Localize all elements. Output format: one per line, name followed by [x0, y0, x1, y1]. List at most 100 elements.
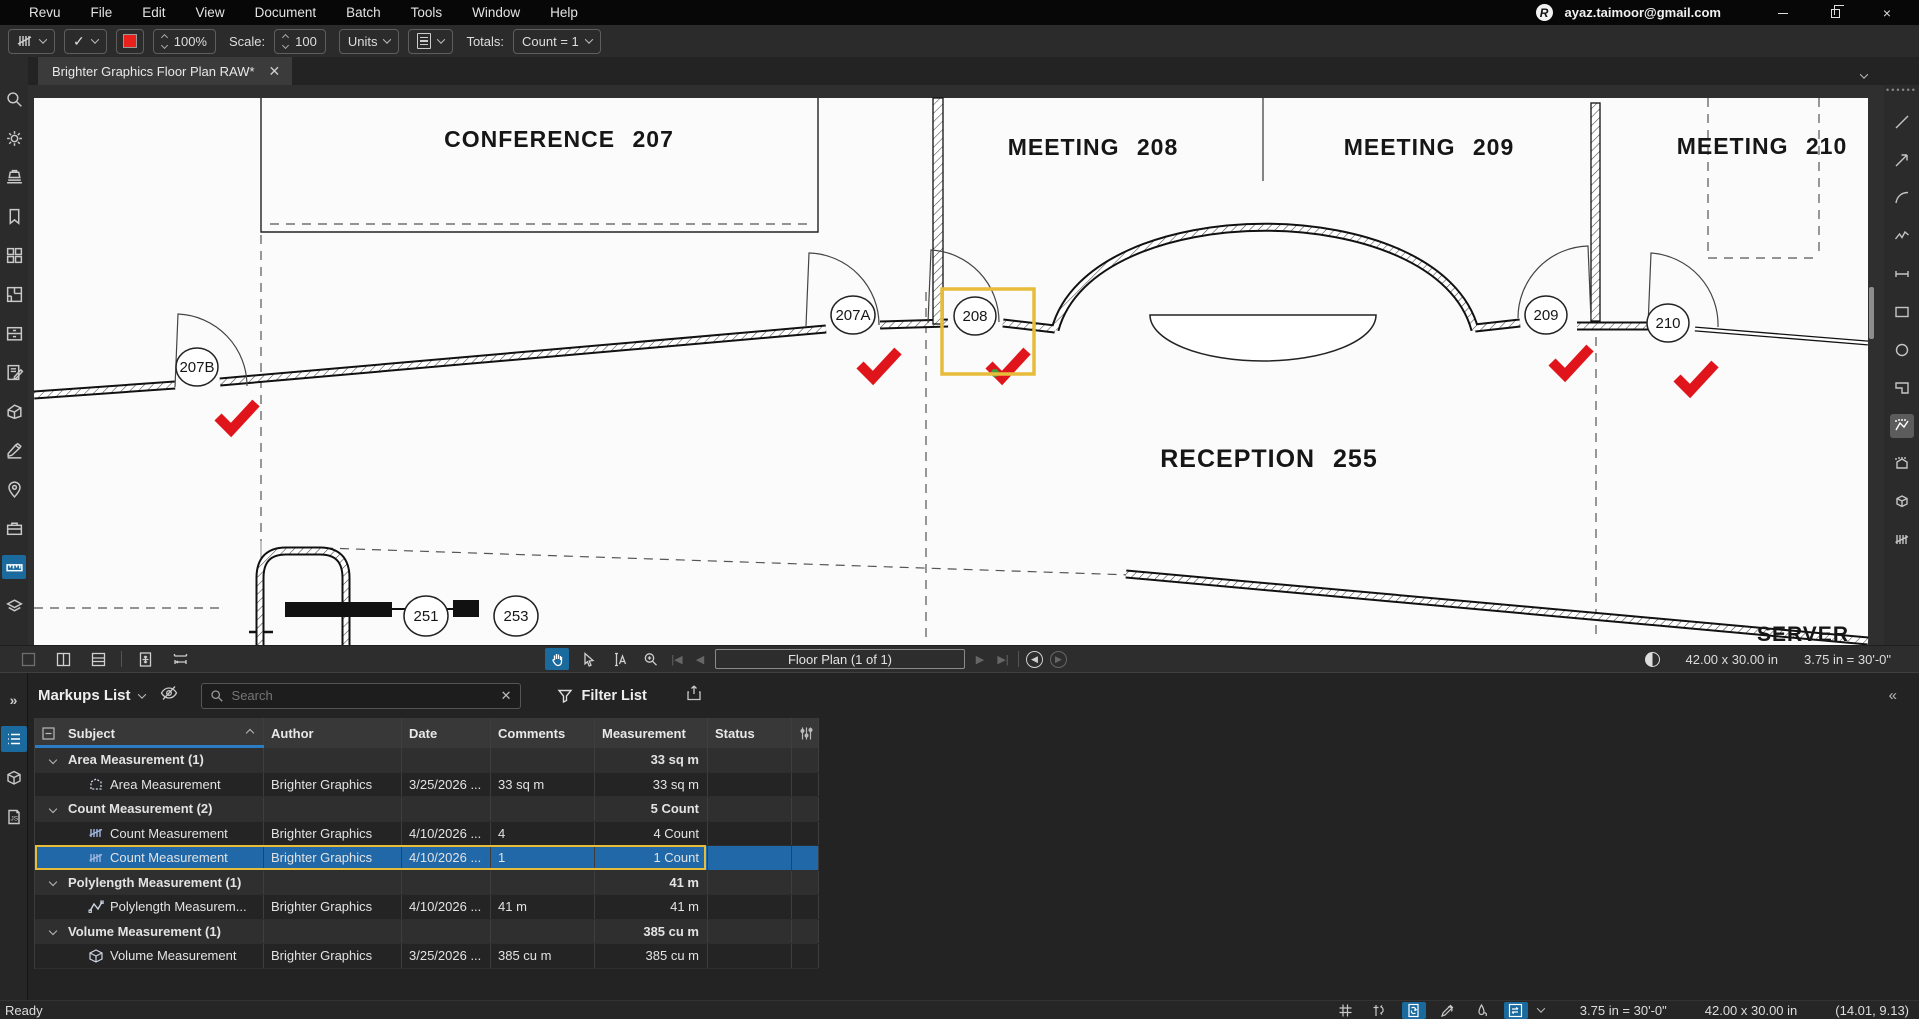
- table-row[interactable]: Count Measurement (2) 5 Count: [35, 797, 819, 822]
- volume-measure-tool-icon[interactable]: [1890, 490, 1914, 514]
- menu-tools[interactable]: Tools: [396, 5, 458, 20]
- column-header-measurement[interactable]: Measurement: [595, 718, 708, 748]
- export-summary-icon[interactable]: [685, 684, 703, 707]
- search-icon[interactable]: [2, 87, 26, 111]
- rectangle-tool-icon[interactable]: [1890, 300, 1914, 324]
- snap-toggle-icon[interactable]: [1368, 1002, 1392, 1019]
- minimize-button[interactable]: [1763, 5, 1803, 21]
- filter-list-button[interactable]: Filter List: [557, 688, 647, 704]
- scale-spinner[interactable]: 100: [274, 28, 326, 54]
- area-measure-tool-icon[interactable]: [1890, 452, 1914, 476]
- column-header-comments[interactable]: Comments: [491, 718, 595, 748]
- search-input[interactable]: [231, 688, 493, 703]
- arrow-tool-icon[interactable]: [1890, 148, 1914, 172]
- opacity-spinner[interactable]: 100%: [152, 28, 216, 54]
- previous-view-button[interactable]: ◀: [1026, 650, 1043, 668]
- split-horizontal-icon[interactable]: [86, 648, 110, 670]
- menu-window[interactable]: Window: [457, 5, 535, 20]
- markups-list-chevron-icon[interactable]: [137, 689, 146, 699]
- hide-markups-icon[interactable]: [159, 683, 179, 708]
- toolbox-icon[interactable]: [2, 516, 26, 540]
- canvas-scrollbar[interactable]: [1869, 287, 1874, 339]
- clear-search-icon[interactable]: ✕: [501, 688, 512, 704]
- close-button[interactable]: ×: [1867, 5, 1907, 21]
- group-chevron-icon[interactable]: [48, 927, 58, 936]
- units-dropdown[interactable]: Units: [338, 28, 400, 54]
- thumbnails-icon[interactable]: [2, 243, 26, 267]
- brightness-icon[interactable]: [1644, 651, 1660, 667]
- line-tool-icon[interactable]: [1890, 110, 1914, 134]
- properties-gear-icon[interactable]: [2, 126, 26, 150]
- column-header-author[interactable]: Author: [264, 718, 402, 748]
- polylength-measure-tool-icon[interactable]: [1889, 414, 1914, 438]
- menu-batch[interactable]: Batch: [331, 5, 396, 20]
- markups-list-title[interactable]: Markups List: [38, 687, 131, 704]
- markups-list-icon[interactable]: [0, 726, 27, 752]
- column-header-subject[interactable]: Subject: [61, 718, 264, 748]
- markups-search-box[interactable]: ✕: [200, 682, 521, 709]
- 3d-model-tree-icon[interactable]: [1, 765, 27, 791]
- column-settings-cell[interactable]: [792, 718, 819, 748]
- restore-button[interactable]: [1815, 4, 1855, 21]
- status-scale-readout[interactable]: 3.75 in = 30'-0": [1580, 1003, 1667, 1018]
- table-row[interactable]: Polylength Measurement (1) 41 m: [35, 870, 819, 895]
- table-row[interactable]: Volume Measurement (1) 385 cu m: [35, 919, 819, 944]
- next-view-button[interactable]: ▶: [1050, 650, 1067, 668]
- tab-close-icon[interactable]: ✕: [269, 63, 281, 80]
- table-row[interactable]: Count Measurement Brighter Graphics 4/10/2…: [35, 845, 819, 871]
- ellipse-tool-icon[interactable]: [1890, 338, 1914, 362]
- arc-tool-icon[interactable]: [1890, 186, 1914, 210]
- menu-edit[interactable]: Edit: [127, 5, 180, 20]
- menu-help[interactable]: Help: [535, 5, 593, 20]
- menu-document[interactable]: Document: [240, 5, 332, 20]
- table-row[interactable]: Area Measurement (1) 33 sq m: [35, 748, 819, 773]
- caption-style-dropdown[interactable]: [408, 28, 454, 54]
- file-drawer-icon[interactable]: [2, 321, 26, 345]
- totals-dropdown[interactable]: Count = 1: [513, 28, 601, 54]
- measurements-ruler-icon[interactable]: [2, 555, 26, 579]
- places-pin-icon[interactable]: [2, 477, 26, 501]
- color-swatch-button[interactable]: [115, 28, 144, 54]
- count-tool-button[interactable]: [8, 28, 55, 54]
- page-navigator[interactable]: Floor Plan (1 of 1): [715, 649, 965, 669]
- checkmark-style-button[interactable]: ✓: [64, 28, 107, 54]
- group-chevron-icon[interactable]: [48, 755, 58, 764]
- document-tab[interactable]: Brighter Graphics Floor Plan RAW* ✕: [38, 57, 293, 85]
- pan-tool-icon[interactable]: [545, 648, 569, 670]
- polyline-tool-icon[interactable]: [1890, 224, 1914, 248]
- dock-handle[interactable]: ••••••: [1886, 86, 1917, 96]
- previous-page-button[interactable]: ◀: [692, 653, 708, 666]
- polygon-tool-icon[interactable]: [1890, 376, 1914, 400]
- fit-page-icon[interactable]: [133, 648, 157, 670]
- account-email[interactable]: ayaz.taimoor@gmail.com: [1565, 5, 1721, 20]
- tab-list-chevron-icon[interactable]: [1859, 70, 1869, 79]
- bookmarks-icon[interactable]: [2, 204, 26, 228]
- expand-panel-icon[interactable]: »: [1, 687, 27, 713]
- menu-view[interactable]: View: [181, 5, 240, 20]
- select-tool-icon[interactable]: [576, 648, 600, 670]
- layers-icon[interactable]: [2, 594, 26, 618]
- markup-document-icon[interactable]: [2, 360, 26, 384]
- pdf-canvas[interactable]: 207B 207A 208 209 210 251 253 CONFERENCE…: [28, 85, 1884, 645]
- column-header-date[interactable]: Date: [402, 718, 491, 748]
- count-measure-tool-icon[interactable]: [1890, 528, 1914, 552]
- table-row[interactable]: Area Measurement Brighter Graphics 3/25/20…: [35, 772, 819, 797]
- spaces-icon[interactable]: [2, 282, 26, 306]
- grid-toggle-icon[interactable]: [1334, 1002, 1358, 1019]
- zoom-tool-icon[interactable]: [638, 648, 662, 670]
- select-text-icon[interactable]: [607, 648, 631, 670]
- menu-file[interactable]: File: [76, 5, 128, 20]
- sync-document-icon[interactable]: [1401, 1001, 1426, 1019]
- file-access-icon[interactable]: [2, 165, 26, 189]
- signatures-pen-icon[interactable]: [2, 438, 26, 462]
- first-page-button[interactable]: |◀: [669, 653, 685, 666]
- sets-house-icon[interactable]: [2, 399, 26, 423]
- sync-markups-icon[interactable]: [1436, 1002, 1460, 1019]
- table-row[interactable]: Count Measurement Brighter Graphics 4/10/2…: [35, 821, 819, 846]
- status-tools-chevron-icon[interactable]: [1536, 1004, 1546, 1013]
- group-chevron-icon[interactable]: [48, 878, 58, 887]
- column-header-status[interactable]: Status: [708, 718, 792, 748]
- group-chevron-icon[interactable]: [48, 804, 58, 813]
- table-row[interactable]: Polylength Measurem... Brighter Graphics 4…: [35, 895, 819, 920]
- collapse-panel-icon[interactable]: «: [1889, 687, 1897, 704]
